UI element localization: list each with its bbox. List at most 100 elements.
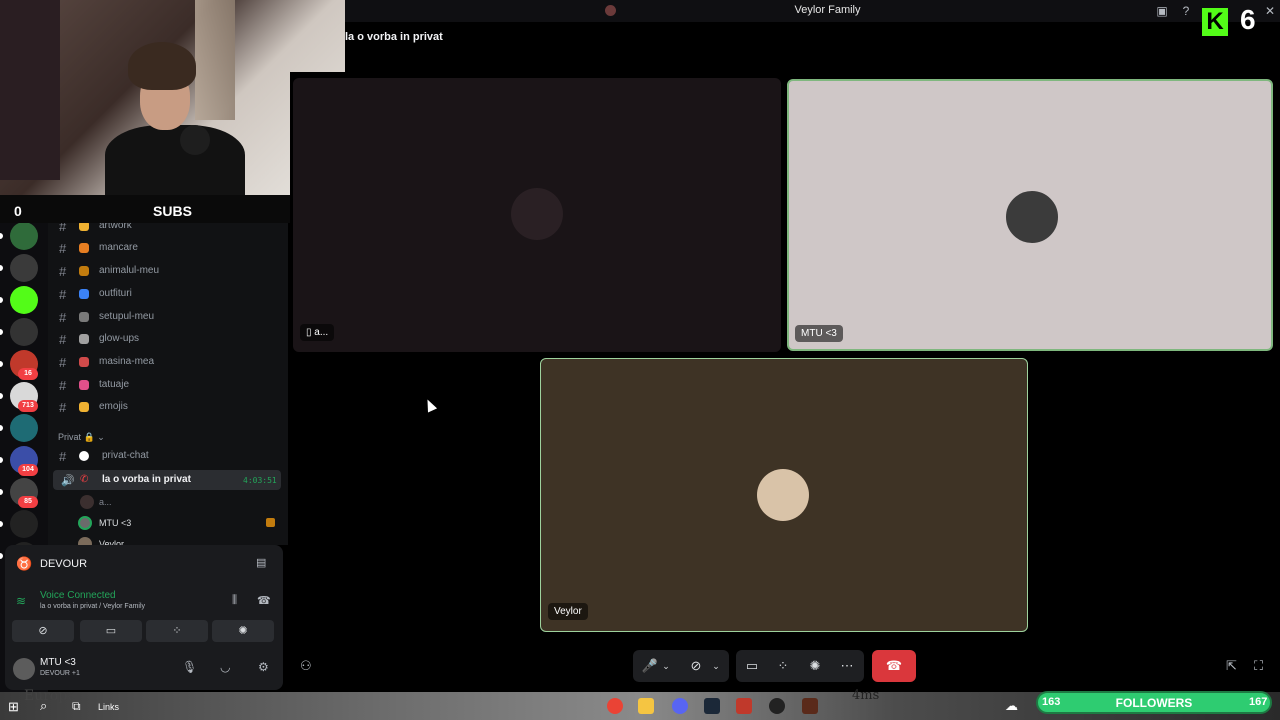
mobile-icon: ▯ xyxy=(306,327,312,338)
category-privat[interactable]: Privat 🔒 ⌄ xyxy=(58,432,105,443)
voice-user-name[interactable]: MTU <3 xyxy=(99,518,131,528)
headphones-icon[interactable]: ◡ xyxy=(220,660,230,674)
signal-icon[interactable]: ≋ xyxy=(16,594,26,608)
server-icon[interactable] xyxy=(10,222,38,250)
microphone-icon[interactable]: 🎙 xyxy=(182,660,197,674)
chevron-down-icon[interactable]: ⌄ xyxy=(656,650,676,682)
game-activity-icon: ♉ xyxy=(16,556,33,571)
server-icon[interactable] xyxy=(10,318,38,346)
channel-outfituri[interactable]: # outfituri xyxy=(55,284,281,306)
channel-mancare[interactable]: # mancare xyxy=(55,238,281,260)
chevron-down-icon[interactable]: ⌄ xyxy=(706,650,726,682)
voice-user-name[interactable]: a... xyxy=(99,497,112,507)
channel-emojis[interactable]: # emojis xyxy=(55,397,281,419)
video-tile-mtu[interactable]: MTU <3 xyxy=(787,79,1273,351)
inbox-icon[interactable]: ▣ xyxy=(1154,3,1170,19)
unread-badge: 16 xyxy=(18,368,38,380)
channel-label: emojis xyxy=(99,401,128,413)
channel-tatuaje[interactable]: # tatuaje xyxy=(55,375,281,397)
channel-label: outfituri xyxy=(99,287,132,299)
camera-off-button[interactable]: ⊘ xyxy=(12,620,74,642)
channel-label: masina-mea xyxy=(99,355,155,367)
disconnect-icon[interactable]: ☎ xyxy=(257,594,271,607)
activities-button[interactable]: ⁘ xyxy=(146,620,208,642)
avatar[interactable] xyxy=(78,516,92,530)
server-icon[interactable] xyxy=(10,254,38,282)
voice-connected-status[interactable]: Voice Connected xyxy=(40,590,116,601)
channel-animalul-meu[interactable]: # animalul-meu xyxy=(55,261,281,283)
channel-glow-ups[interactable]: # glow-ups xyxy=(55,329,281,351)
file-explorer-icon[interactable] xyxy=(638,698,654,714)
webcam-poster xyxy=(0,0,60,180)
hash-icon: # xyxy=(59,241,67,257)
channel-header-title: la o vorba in privat xyxy=(345,31,443,43)
activity-name: DEVOUR xyxy=(40,558,88,570)
game-icon[interactable] xyxy=(802,698,818,714)
soundboard-button[interactable]: ✺ xyxy=(212,620,274,642)
chevron-down-icon: ⌄ xyxy=(97,432,105,442)
pop-out-icon[interactable]: ⇱ xyxy=(1226,658,1237,674)
fullscreen-icon[interactable]: ⛶ xyxy=(1254,658,1263,674)
disconnect-button[interactable]: ☎ xyxy=(872,650,916,682)
taskbar-links[interactable]: Links xyxy=(98,702,119,712)
noise-suppression-icon[interactable]: ⫼ xyxy=(232,594,237,607)
soundboard-icon[interactable]: ✺ xyxy=(800,650,830,682)
channel-setupul-meu[interactable]: # setupul-meu xyxy=(55,307,281,329)
channel-emoji-icon xyxy=(79,402,89,413)
channel-masina-mea[interactable]: # masina-mea xyxy=(55,352,281,374)
tile-label: Veylor xyxy=(548,603,588,620)
video-tile-a[interactable]: ▯ a... xyxy=(293,78,781,352)
chrome-icon[interactable] xyxy=(607,698,623,714)
kick-count: 6 xyxy=(1240,4,1256,35)
unread-badge: 104 xyxy=(18,464,38,476)
server-icon[interactable] xyxy=(10,414,38,442)
category-label: Privat xyxy=(58,432,82,442)
webcam-curtain xyxy=(195,0,235,120)
hash-icon: # xyxy=(59,309,67,325)
channel-label: tatuaje xyxy=(99,378,130,390)
tile-name-tag: ▯ a... xyxy=(300,324,335,341)
more-options-icon[interactable]: ⋯ xyxy=(832,650,862,682)
lock-icon: 🔒 xyxy=(83,432,95,442)
channel-header xyxy=(345,22,1280,72)
search-icon[interactable]: ⌕ xyxy=(40,698,47,714)
video-tile-veylor[interactable]: Veylor xyxy=(540,358,1028,632)
wallpaper-text-left: Europe xyxy=(24,688,76,704)
help-icon[interactable]: ? xyxy=(1178,3,1194,19)
app-icon[interactable] xyxy=(736,698,752,714)
discord-icon[interactable] xyxy=(672,698,688,714)
screen-share-icon[interactable]: ▭ xyxy=(737,650,767,682)
settings-gear-icon[interactable]: ⚙ xyxy=(258,660,269,674)
channel-emoji-icon xyxy=(79,356,89,367)
server-icon[interactable] xyxy=(10,286,38,314)
tile-label: MTU <3 xyxy=(795,325,843,342)
channel-emoji-icon xyxy=(79,311,89,322)
avatar xyxy=(757,469,809,521)
avatar[interactable] xyxy=(13,658,35,680)
steam-icon[interactable] xyxy=(704,698,720,714)
hash-icon: # xyxy=(59,377,67,393)
avatar[interactable] xyxy=(80,495,94,509)
voice-connected-channel[interactable]: la o vorba in privat / Veylor Family xyxy=(40,603,145,610)
user-name[interactable]: MTU <3 xyxy=(40,657,76,668)
activities-icon[interactable]: ⁘ xyxy=(768,650,798,682)
stream-game-icon[interactable]: ▤ xyxy=(256,556,266,569)
invite-user-icon[interactable]: ⚇ xyxy=(300,658,312,674)
obs-icon[interactable] xyxy=(769,698,785,714)
voice-channel-timer: 4:03:51 xyxy=(243,476,277,485)
subs-left-count: 0 xyxy=(14,203,22,219)
server-icon[interactable] xyxy=(10,510,38,538)
channel-label: animalul-meu xyxy=(99,265,160,277)
channel-label: privat-chat xyxy=(102,450,149,461)
hash-icon: # xyxy=(59,332,67,348)
followers-right-count: 167 xyxy=(1249,696,1268,708)
channel-privat-chat[interactable]: # privat-chat xyxy=(55,446,281,468)
weather-icon[interactable]: ☁ xyxy=(1005,698,1018,714)
screen-share-button[interactable]: ▭ xyxy=(80,620,142,642)
windows-start-icon[interactable]: ⊞ xyxy=(8,699,19,715)
channel-emoji-icon xyxy=(79,379,89,390)
task-view-icon[interactable]: ⧉ xyxy=(72,699,81,714)
hash-icon: # xyxy=(59,286,67,302)
close-icon[interactable]: ✕ xyxy=(1262,3,1278,19)
channel-label: setupul-meu xyxy=(99,310,155,322)
